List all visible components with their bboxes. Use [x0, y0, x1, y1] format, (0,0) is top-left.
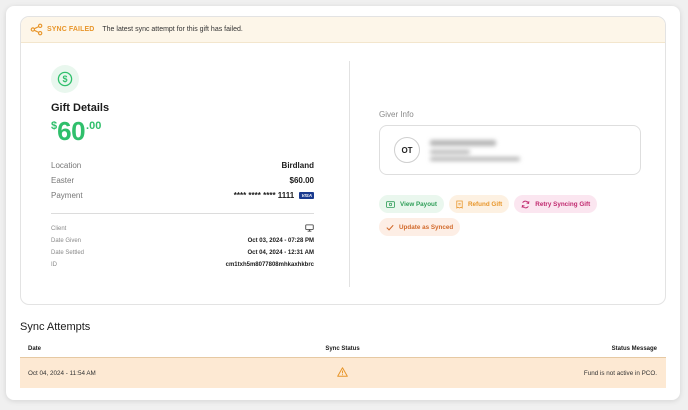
amount-cents: .00	[86, 120, 102, 132]
gift-details-title: Gift Details	[51, 102, 110, 114]
payment-row: Payment **** **** **** 1111 VISA	[51, 188, 314, 203]
giver-panel: Giver Info OT View Payout Refund Gift Re…	[379, 110, 642, 241]
client-row: Client	[51, 223, 314, 235]
id-row: ID cm1txh5m8077808mhkaxhkbrc	[51, 259, 314, 271]
sync-attempts-table: Date Sync Status Status Message Oct 04, …	[20, 341, 666, 388]
fund-label: Easter	[51, 176, 75, 185]
id-label: ID	[51, 262, 57, 268]
giver-card[interactable]: OT	[379, 125, 641, 175]
amount-whole: 60	[57, 116, 86, 146]
fund-row: Easter $60.00	[51, 173, 314, 188]
date-settled-label: Date Settled	[51, 250, 85, 256]
column-header-message: Status Message	[611, 346, 657, 352]
svg-text:$: $	[62, 74, 67, 84]
fund-value: $60.00	[289, 176, 314, 185]
column-header-date: Date	[28, 346, 42, 352]
sync-failed-icon	[30, 23, 43, 36]
id-value: cm1txh5m8077808mhkaxhkbrc	[225, 262, 314, 268]
panel-divider	[349, 61, 350, 287]
details-divider	[51, 213, 314, 214]
payout-icon	[386, 200, 395, 208]
sync-failed-message: The latest sync attempt for this gift ha…	[102, 26, 243, 33]
giver-info-label: Giver Info	[379, 110, 414, 119]
row-status	[228, 367, 457, 379]
gift-card: SYNC FAILED The latest sync attempt for …	[20, 16, 666, 305]
view-payout-label: View Payout	[400, 200, 437, 208]
date-settled-row: Date Settled Oct 04, 2024 - 12:31 AM	[51, 247, 314, 259]
location-label: Location	[51, 161, 82, 170]
update-as-synced-label: Update as Synced	[399, 223, 454, 231]
sync-failed-label: SYNC FAILED	[47, 26, 95, 33]
refund-gift-button[interactable]: Refund Gift	[448, 195, 510, 213]
sync-attempts-title: Sync Attempts	[20, 321, 91, 333]
date-given-label: Date Given	[51, 238, 82, 244]
gift-amount: $ 60 .00	[51, 118, 314, 146]
warning-icon	[337, 367, 348, 379]
gift-actions: View Payout Refund Gift Retry Syncing Gi…	[379, 195, 642, 241]
refund-gift-label: Refund Gift	[467, 200, 503, 208]
date-given-value: Oct 03, 2024 - 07:28 PM	[247, 238, 314, 244]
refund-icon	[456, 200, 463, 209]
sync-failed-banner: SYNC FAILED The latest sync attempt for …	[21, 17, 665, 43]
location-row: Location Birdland	[51, 158, 314, 173]
client-label: Client	[51, 226, 67, 232]
retry-sync-label: Retry Syncing Gift	[535, 200, 591, 208]
avatar: OT	[394, 137, 420, 163]
dollar-icon: $	[51, 65, 79, 93]
column-header-status: Sync Status	[325, 346, 360, 352]
page: SYNC FAILED The latest sync attempt for …	[6, 6, 680, 400]
desktop-icon	[305, 224, 314, 234]
location-value: Birdland	[281, 161, 314, 170]
check-icon	[386, 224, 394, 231]
table-header: Date Sync Status Status Message	[20, 341, 666, 358]
view-payout-button[interactable]: View Payout	[379, 195, 444, 213]
retry-icon	[521, 200, 530, 209]
table-row[interactable]: Oct 04, 2024 - 11:54 AM Fund is not acti…	[20, 358, 666, 388]
date-settled-value: Oct 04, 2024 - 12:31 AM	[247, 250, 314, 256]
row-date: Oct 04, 2024 - 11:54 AM	[28, 369, 96, 377]
giver-details-redacted	[430, 139, 520, 161]
date-given-row: Date Given Oct 03, 2024 - 07:28 PM	[51, 235, 314, 247]
payment-label: Payment	[51, 191, 83, 200]
payment-value-wrap: **** **** **** 1111 VISA	[234, 191, 314, 200]
retry-sync-button[interactable]: Retry Syncing Gift	[514, 195, 598, 213]
row-message: Fund is not active in PCO.	[583, 369, 657, 377]
update-as-synced-button[interactable]: Update as Synced	[379, 218, 461, 236]
gift-details-panel: $ Gift Details $ 60 .00 Location Birdlan…	[51, 65, 314, 271]
visa-card-icon: VISA	[299, 192, 314, 200]
payment-value: **** **** **** 1111	[233, 191, 295, 200]
